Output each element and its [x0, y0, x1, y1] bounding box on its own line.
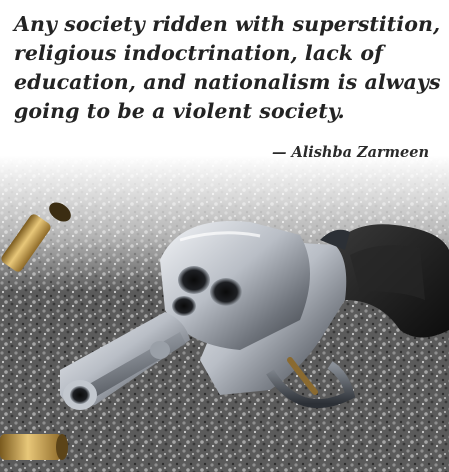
- quote-line: going to be a violent society.: [14, 99, 345, 123]
- quote-line: Any society ridden with superstition,: [14, 12, 441, 36]
- quote-block: Any society ridden with superstition, re…: [0, 0, 449, 126]
- quote-line: religious indoctrination, lack of: [14, 41, 384, 65]
- quote-attribution: — Alishba Zarmeen: [271, 144, 429, 161]
- quote-poster: Any society ridden with superstition, re…: [0, 0, 449, 472]
- quote-line: education, and nationalism is always: [14, 70, 441, 94]
- bullet-casing-icon: [0, 434, 68, 460]
